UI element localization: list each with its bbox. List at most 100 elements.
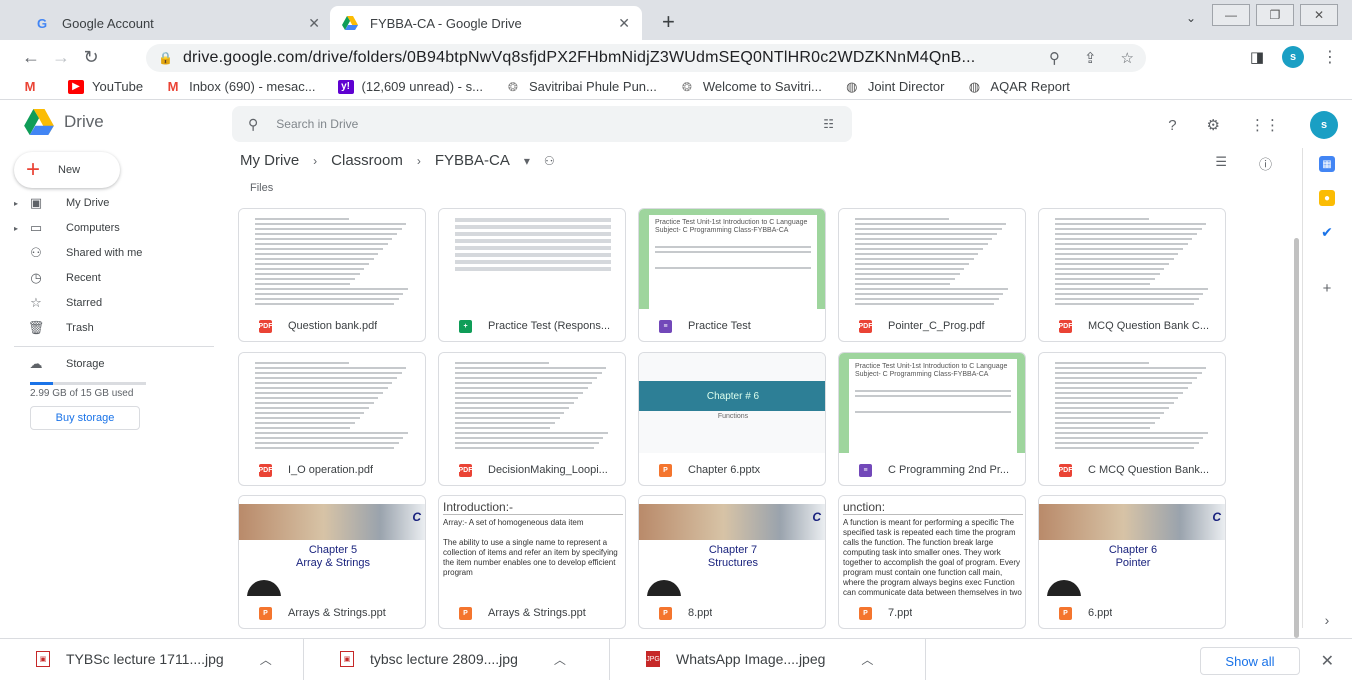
download-item[interactable]: JPG WhatsApp Image....jpeg ︿ [610,638,926,680]
add-addon-icon[interactable]: + [1319,280,1335,297]
download-item[interactable]: ▣ TYBSc lecture 1711....jpg ︿ [0,638,304,680]
breadcrumb-classroom[interactable]: Classroom [331,152,403,169]
text-line [1055,223,1207,225]
lock-icon[interactable]: 🔒 [158,51,173,65]
url-text[interactable]: drive.google.com/drive/folders/0B94btpNw… [183,49,1037,67]
list-view-icon[interactable]: ☰ [1215,154,1227,173]
menu-icon[interactable]: ⋮ [1322,47,1338,67]
settings-icon[interactable]: ⚙ [1207,116,1220,134]
file-card[interactable]: PDF I_O operation.pdf [238,352,426,486]
close-tab-icon[interactable]: ✕ [618,15,630,32]
text-line [1055,377,1197,379]
info-icon[interactable]: ⓘ [1259,154,1272,173]
share-icon[interactable]: ⇪ [1084,49,1097,67]
text-line [255,412,365,414]
text-line [1055,387,1188,389]
new-button[interactable]: + New [14,152,120,188]
chevron-up-icon[interactable]: ︿ [554,651,566,668]
bookmark-youtube[interactable]: ▶ YouTube [68,79,143,94]
text-line [255,298,399,300]
file-card[interactable]: Introduction:- Array:- A set of homogeneo… [438,495,626,629]
apps-grid-icon[interactable]: ⋮⋮ [1250,116,1280,134]
close-window-icon[interactable]: ✕ [1300,4,1338,26]
search-icon[interactable]: ⚲ [248,116,258,133]
divider [14,346,214,347]
address-bar[interactable]: 🔒 drive.google.com/drive/folders/0B94btp… [146,44,1146,72]
file-card[interactable]: PDF Question bank.pdf [238,208,426,342]
profile-avatar[interactable]: s [1282,46,1304,68]
sidebar-item-recent[interactable]: ◷ Recent [14,267,224,289]
text-line [255,228,402,230]
keep-icon[interactable]: ● [1319,190,1335,206]
restore-icon[interactable]: ❐ [1256,4,1294,26]
sidebar-item-storage[interactable]: ☁ Storage [14,353,224,375]
chevron-up-icon[interactable]: ︿ [861,651,873,668]
zoom-icon[interactable]: ⚲ [1049,49,1060,67]
download-item[interactable]: ▣ tybsc lecture 2809....jpg ︿ [304,638,610,680]
tab-google-account[interactable]: G Google Account ✕ [22,6,332,40]
file-card[interactable]: PDF Pointer_C_Prog.pdf [838,208,1026,342]
drive-icon: ▣ [29,195,43,210]
close-icon[interactable]: ✕ [1321,651,1334,671]
file-card[interactable]: Practice Test Unit-1st Introduction to C… [638,208,826,342]
buy-storage-button[interactable]: Buy storage [30,406,140,430]
file-card[interactable]: C Chapter 6 Pointer P 6.ppt [1038,495,1226,629]
storage-used-text: 2.99 GB of 15 GB used [30,388,134,399]
sidebar-item-my-drive[interactable]: ▸ ▣ My Drive [14,192,224,214]
side-panel-icon[interactable]: ◨ [1250,48,1264,66]
file-card[interactable]: PDF MCQ Question Bank C... [1038,208,1226,342]
scrollbar-thumb[interactable] [1294,238,1299,638]
sidebar-item-starred[interactable]: ☆ Starred [14,292,224,314]
bookmark-star-icon[interactable]: ☆ [1121,49,1134,67]
back-icon[interactable]: ← [16,47,46,68]
caret-right-icon[interactable]: ▸ [14,224,26,233]
file-card[interactable]: PDF DecisionMaking_Loopi... [438,352,626,486]
text-line [855,233,997,235]
forward-icon[interactable]: → [46,47,76,68]
text-line [455,225,611,229]
logo-circle [647,580,681,596]
breadcrumb-my-drive[interactable]: My Drive [240,152,299,169]
file-card[interactable]: C Chapter 5 Array & Strings P Arrays & Stri… [238,495,426,629]
minimize-icon[interactable]: — [1212,4,1250,26]
sidebar-item-shared[interactable]: ⚇ Shared with me [14,242,224,264]
tasks-icon[interactable]: ✔ [1319,224,1335,240]
show-all-button[interactable]: Show all [1200,647,1300,675]
drive-logo[interactable]: Drive [24,109,104,135]
bookmark-aqar[interactable]: ◍ AQAR Report [966,79,1070,95]
text-line [255,442,399,444]
file-card[interactable]: Practice Test Unit-1st Introduction to C… [838,352,1026,486]
bookmark-sppu[interactable]: ❂ Savitribai Phule Pun... [505,79,657,94]
tab-google-drive[interactable]: FYBBA-CA - Google Drive ✕ [330,6,642,40]
file-card[interactable]: + Practice Test (Respons... [438,208,626,342]
file-card[interactable]: Chapter # 6 Functions P Chapter 6.pptx [638,352,826,486]
caret-right-icon[interactable]: ▸ [14,199,26,208]
file-card[interactable]: unction: A function is meant for performi… [838,495,1026,629]
file-name: MCQ Question Bank C... [1088,320,1210,332]
text-line [855,293,1004,295]
bookmark-joint-director[interactable]: ◍ Joint Director [844,79,944,95]
chevron-up-icon[interactable]: ︿ [260,651,272,668]
bookmark-inbox[interactable]: M Inbox (690) - mesac... [165,79,316,94]
file-card[interactable]: C Chapter 7 Structures P 8.ppt [638,495,826,629]
bookmark-yahoo[interactable]: y! (12,609 unread) - s... [337,79,483,94]
chevron-right-icon[interactable]: › [1319,612,1335,628]
calendar-icon[interactable]: ▦ [1319,156,1335,172]
text-line [455,442,599,444]
close-tab-icon[interactable]: ✕ [308,15,320,32]
search-input[interactable]: ⚲ Search in Drive ☷ [232,106,852,142]
help-icon[interactable]: ? [1168,117,1176,134]
chevron-down-icon[interactable]: ▾ [524,154,530,168]
bookmark-savitri[interactable]: ❂ Welcome to Savitri... [679,79,822,94]
sidebar-item-trash[interactable]: 🗑 Trash [14,317,224,339]
reload-icon[interactable]: ↻ [76,47,106,68]
tab-search-icon[interactable]: ⌄ [1186,11,1196,25]
text-line [455,232,611,236]
sidebar-item-computers[interactable]: ▸ ▭ Computers [14,217,224,239]
bookmark-gmail[interactable]: M [22,79,46,94]
account-avatar[interactable]: s [1310,111,1338,139]
new-tab-button[interactable]: + [662,9,675,35]
search-options-icon[interactable]: ☷ [823,117,834,131]
breadcrumb-current-folder[interactable]: FYBBA-CA [435,152,510,169]
file-card[interactable]: PDF C MCQ Question Bank... [1038,352,1226,486]
